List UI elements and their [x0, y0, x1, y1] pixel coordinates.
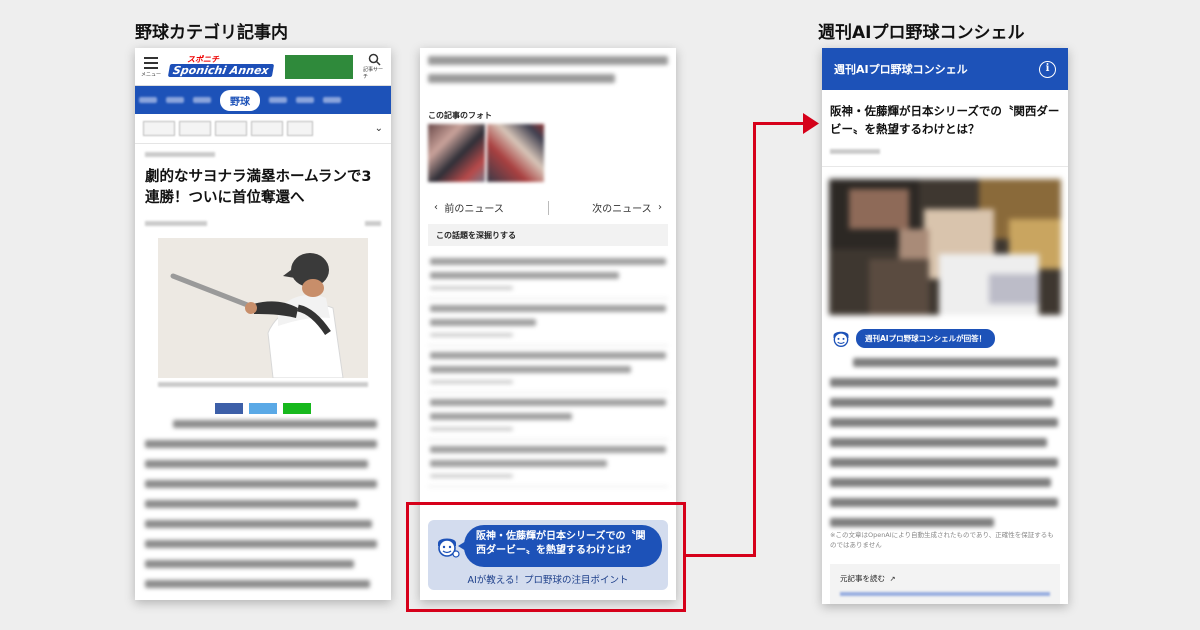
ai-answer-text: [830, 358, 1058, 538]
tag-chip[interactable]: [287, 121, 313, 136]
nav-item[interactable]: [323, 97, 341, 103]
nav-item[interactable]: [139, 97, 157, 103]
header-ad-banner[interactable]: [285, 54, 353, 79]
line-share-button[interactable]: [283, 403, 311, 414]
search-label: 記事サーチ: [363, 67, 384, 80]
twitter-share-button[interactable]: [249, 403, 277, 414]
photo-thumbnail[interactable]: [428, 124, 485, 182]
phone-concierge-page: 週刊AIプロ野球コンシェル i 阪神・佐藤輝が日本シリーズでの〝関西ダービー〟を…: [822, 48, 1068, 604]
team-tags: ⌄: [135, 114, 391, 144]
article-body: [145, 420, 377, 600]
hamburger-icon: [144, 56, 158, 59]
photo-caption: [158, 382, 368, 387]
prev-news-link[interactable]: 前のニュース: [444, 200, 504, 215]
tag-chip[interactable]: [143, 121, 175, 136]
chevron-left-icon[interactable]: ‹: [434, 202, 444, 213]
tag-chip[interactable]: [215, 121, 247, 136]
connector-line: [753, 122, 756, 557]
player-photo: [829, 179, 1061, 315]
ai-disclaimer: ※この文章はOpenAIにより自動生成されたものであり、正確性を保証するものでは…: [830, 531, 1054, 550]
news-pager: ‹ 前のニュース 次のニュース ›: [434, 200, 662, 215]
connector-line: [753, 122, 805, 125]
menu-button[interactable]: メニュー: [141, 55, 161, 78]
concierge-article-title: 阪神・佐藤輝が日本シリーズでの〝関西ダービー〟を熱望するわけとは？: [830, 104, 1060, 136]
article-meta: [145, 221, 381, 227]
arrow-head-icon: [803, 113, 819, 134]
phone-article-page: メニュー スポニチ Sponichi Annex 記事サーチ 野球 ⌄ 劇的なサ…: [135, 48, 391, 600]
site-logo[interactable]: スポニチ Sponichi Annex: [167, 55, 274, 77]
concierge-header-title: 週刊AIプロ野球コンシェル: [834, 63, 968, 76]
share-buttons: [215, 403, 311, 414]
highlight-frame: [406, 502, 686, 612]
article-headline: 劇的なサヨナラ満塁ホームランで3連勝！ついに首位奪還へ: [145, 169, 372, 207]
info-icon[interactable]: i: [1039, 60, 1056, 78]
ai-robot-icon: [833, 331, 849, 347]
concierge-header: 週刊AIプロ野球コンシェル i: [822, 48, 1068, 90]
related-list: [428, 252, 668, 487]
article-body-end: [420, 48, 676, 83]
chevron-down-icon[interactable]: ⌄: [375, 123, 383, 134]
source-article-box: 元記事を読む ↗: [830, 564, 1060, 604]
search-icon: [368, 53, 381, 66]
nav-item[interactable]: [269, 97, 287, 103]
nav-item-baseball[interactable]: 野球: [220, 89, 260, 111]
deep-dive-heading: この話題を深掘りする: [428, 224, 668, 246]
section-title-category: 野球カテゴリ記事内: [135, 23, 288, 43]
tag-chip[interactable]: [179, 121, 211, 136]
logo-top: スポニチ: [187, 55, 219, 64]
external-link-icon: ↗: [887, 575, 896, 583]
nav-item[interactable]: [296, 97, 314, 103]
nav-item[interactable]: [166, 97, 184, 103]
batter-illustration: [158, 238, 368, 378]
category-nav: 野球: [135, 86, 391, 114]
list-item[interactable]: [428, 252, 668, 299]
site-header: メニュー スポニチ Sponichi Annex 記事サーチ: [135, 48, 391, 86]
tag-chip[interactable]: [251, 121, 283, 136]
source-link-text[interactable]: [840, 592, 1050, 596]
answer-label: 週刊AIプロ野球コンシェルが回答！: [830, 328, 996, 348]
answer-badge: 週刊AIプロ野球コンシェルが回答！: [856, 328, 996, 348]
article-date: [830, 148, 880, 154]
logo-main: Sponichi Annex: [167, 64, 274, 77]
list-item[interactable]: [428, 346, 668, 393]
photo-thumbnail[interactable]: [487, 124, 544, 182]
list-item[interactable]: [428, 299, 668, 346]
read-original-link[interactable]: 元記事を読む ↗: [840, 573, 1050, 584]
connector-line: [686, 554, 756, 557]
photos-label: この記事のフォト: [428, 111, 492, 120]
search-button[interactable]: 記事サーチ: [363, 53, 385, 80]
next-news-link[interactable]: 次のニュース: [592, 200, 652, 215]
breadcrumb: [145, 152, 215, 157]
chevron-right-icon[interactable]: ›: [652, 202, 662, 213]
list-item[interactable]: [428, 393, 668, 440]
facebook-share-button[interactable]: [215, 403, 243, 414]
nav-item[interactable]: [193, 97, 211, 103]
section-title-concierge: 週刊AIプロ野球コンシェル: [818, 23, 1025, 43]
list-item[interactable]: [428, 440, 668, 487]
menu-label: メニュー: [141, 72, 162, 78]
